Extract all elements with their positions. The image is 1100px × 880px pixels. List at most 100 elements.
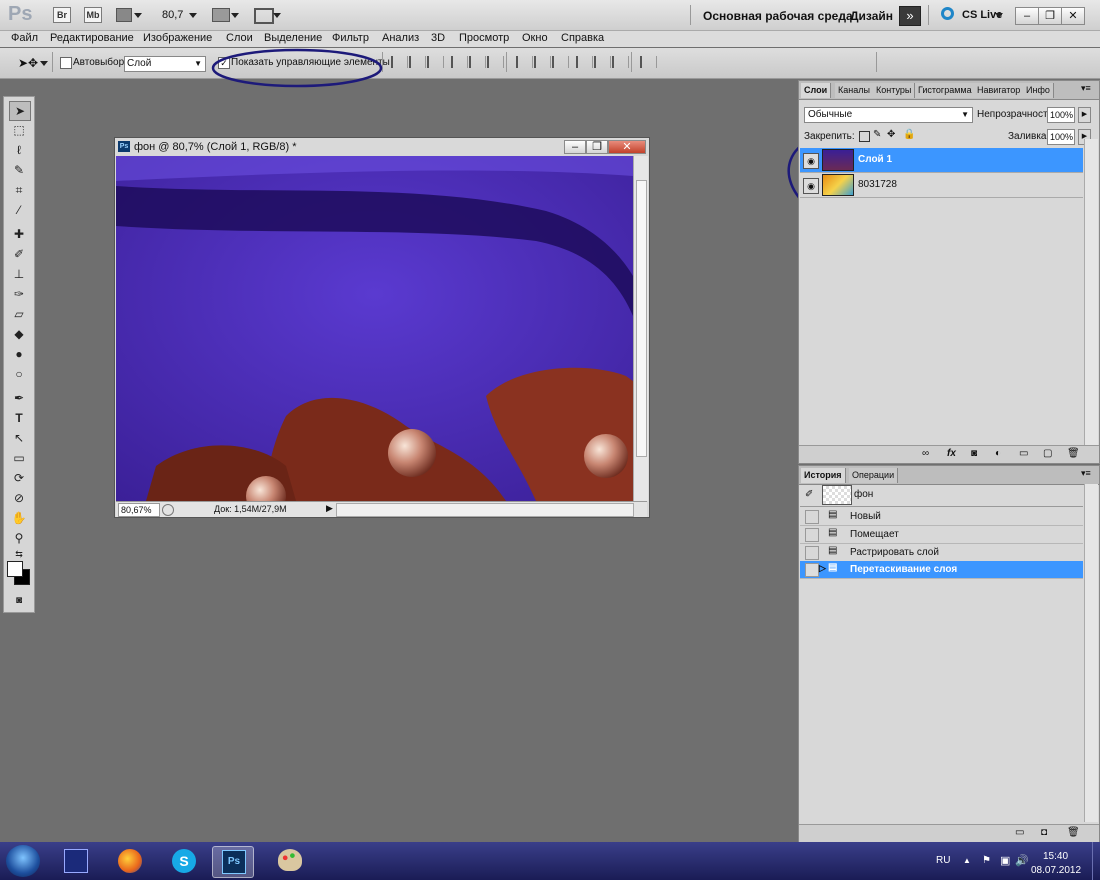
history-item[interactable]: ▤ Помещает [800,526,1083,544]
brush-tool-icon[interactable]: ✐ [9,245,29,263]
tab-channels[interactable]: Каналы [835,83,874,98]
zoom-level[interactable]: 80,7 [162,9,183,21]
status-menu-arrow-icon[interactable]: ▶ [326,503,333,514]
tab-layers[interactable]: Слои [801,83,832,98]
distribute-right-icon[interactable] [612,56,629,68]
history-brush-tool-icon[interactable]: ✑ [9,285,29,303]
rectangle-tool-icon[interactable]: ▭ [9,449,29,467]
layer-name[interactable]: Слой 1 [858,154,892,165]
more-workspaces-button[interactable]: » [899,6,921,26]
workspace-design-button[interactable]: Дизайн [850,9,893,23]
scroll-thumb[interactable] [636,180,647,457]
history-checkbox[interactable] [805,510,819,524]
menu-view[interactable]: Просмотр [459,32,509,44]
distribute-top-icon[interactable] [516,56,533,68]
add-mask-icon[interactable]: ◙ [971,448,977,459]
eyedropper-tool-icon[interactable]: ⁄ [9,201,29,219]
lock-transparency-icon[interactable] [859,131,870,142]
eraser-tool-icon[interactable]: ▱ [9,305,29,323]
horizontal-scrollbar[interactable] [336,503,634,517]
history-item[interactable]: ▤ Растрировать слой [800,544,1083,562]
dodge-tool-icon[interactable]: ○ [9,365,29,383]
image-canvas[interactable] [116,156,633,501]
align-right-icon[interactable] [487,56,504,68]
view-extras-icon[interactable] [116,8,132,22]
menu-image[interactable]: Изображение [143,32,212,44]
paint-bucket-tool-icon[interactable]: ◆ [9,325,29,343]
auto-align-icon[interactable] [640,56,657,68]
zoom-field[interactable]: 80,67% [118,503,160,517]
distribute-hcenter-icon[interactable] [594,56,611,68]
action-center-flag-icon[interactable]: ⚑ [982,855,991,866]
menu-select[interactable]: Выделение [264,32,322,44]
language-indicator[interactable]: RU [936,855,950,866]
menu-3d[interactable]: 3D [431,32,445,44]
quick-select-tool-icon[interactable]: ✎ [9,161,29,179]
lock-pixels-icon[interactable]: ✎ [873,129,881,140]
align-vcenter-icon[interactable] [409,56,426,68]
opacity-slider-arrow-icon[interactable]: ▶ [1078,107,1091,123]
lock-all-icon[interactable]: 🔒 [903,129,915,140]
tab-actions[interactable]: Операции [849,468,899,483]
layers-scrollbar[interactable] [1084,139,1098,445]
menu-file[interactable]: Файл [11,32,38,44]
align-left-icon[interactable] [451,56,468,68]
menu-help[interactable]: Справка [561,32,604,44]
menu-filter[interactable]: Фильтр [332,32,369,44]
move-tool-icon[interactable]: ➤✥ [18,56,38,70]
layer-style-icon[interactable]: fx [947,448,956,459]
new-document-from-state-icon[interactable]: ▭ [1015,827,1024,838]
distribute-vcenter-icon[interactable] [534,56,551,68]
chevron-down-icon[interactable] [273,13,281,18]
type-tool-icon[interactable]: T [9,409,29,427]
clone-stamp-tool-icon[interactable]: ⊥ [9,265,29,283]
chevron-down-icon[interactable] [134,13,142,18]
eye-icon[interactable]: ◉ [803,153,819,169]
auto-select-checkbox[interactable] [60,57,72,69]
menu-edit[interactable]: Редактирование [50,32,134,44]
align-top-icon[interactable] [391,56,408,68]
trash-icon[interactable]: 🗑 [1067,448,1080,459]
volume-icon[interactable]: 🔊 [1015,854,1029,867]
history-item[interactable]: ▤ Новый [800,508,1083,526]
bridge-button[interactable]: Br [53,7,71,23]
opacity-input[interactable]: 100% [1047,107,1075,123]
tray-expand-icon[interactable]: ▲ [963,856,971,865]
workspace-essentials-button[interactable]: Основная рабочая среда [703,9,853,23]
menu-window[interactable]: Окно [522,32,548,44]
panel-menu-icon[interactable]: ▾≡ [1081,83,1091,94]
chevron-down-icon[interactable] [189,13,197,18]
path-selection-tool-icon[interactable]: ↖ [9,429,29,447]
tab-history[interactable]: История [801,468,846,483]
chevron-down-icon[interactable] [995,13,1003,18]
tab-info[interactable]: Инфо [1023,83,1054,98]
distribute-bottom-icon[interactable] [552,56,569,68]
tab-paths[interactable]: Контуры [873,83,916,98]
history-item-active[interactable]: ▷ ▤ Перетаскивание слоя [800,561,1083,579]
start-button[interactable] [6,845,40,877]
doc-minimize-button[interactable]: – [564,140,586,154]
layer-row[interactable]: ◉ 8031728 [800,173,1083,198]
lasso-tool-icon[interactable]: ℓ [9,141,29,159]
blur-tool-icon[interactable]: ● [9,345,29,363]
layer-row[interactable]: ◉ Слой 1 [800,148,1083,173]
tab-navigator[interactable]: Навигатор [974,83,1025,98]
status-info-icon[interactable] [162,504,174,516]
align-bottom-icon[interactable] [427,56,444,68]
3d-orbit-tool-icon[interactable]: ⊘ [9,489,29,507]
screen-mode-icon[interactable] [254,8,274,24]
layer-name[interactable]: 8031728 [858,179,897,190]
clock-time[interactable]: 15:40 [1043,851,1068,862]
hand-tool-icon[interactable]: ✋ [9,509,29,527]
minimize-button[interactable]: – [1015,7,1039,25]
history-scrollbar[interactable] [1084,484,1098,822]
menu-analysis[interactable]: Анализ [382,32,419,44]
menu-layers[interactable]: Слои [226,32,253,44]
lock-position-icon[interactable]: ✥ [887,129,895,140]
trash-icon[interactable]: 🗑 [1067,827,1080,838]
crop-tool-icon[interactable]: ⌗ [9,181,29,199]
link-layers-icon[interactable]: ∞ [922,448,929,459]
history-snapshot-row[interactable]: ✐ фон [800,484,1083,507]
restore-button[interactable]: ❐ [1038,7,1062,25]
healing-brush-tool-icon[interactable]: ✚ [9,225,29,243]
